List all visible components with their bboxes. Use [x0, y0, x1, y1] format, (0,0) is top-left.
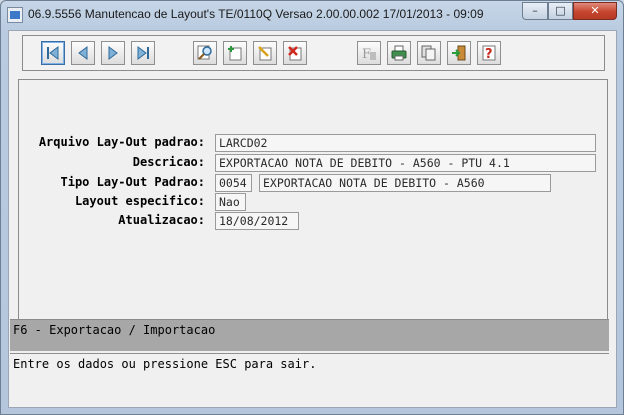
copy-button[interactable] — [417, 41, 441, 65]
copy-icon — [421, 45, 436, 61]
window-title: 06.9.5556 Manutencao de Layout's TE/0110… — [28, 7, 484, 21]
delete-icon — [288, 46, 302, 61]
help-icon: ? — [482, 45, 496, 62]
descricao-label: Descricao: — [132, 155, 205, 169]
toolbar: F ? — [22, 35, 605, 71]
title-bar[interactable]: 06.9.5556 Manutencao de Layout's TE/0110… — [1, 1, 623, 29]
edit-icon — [258, 46, 272, 61]
filter-button[interactable]: F — [357, 41, 381, 65]
status-bar: Entre os dados ou pressione ESC para sai… — [10, 353, 609, 375]
maximize-button[interactable]: □ — [548, 2, 573, 20]
app-icon[interactable] — [7, 7, 23, 23]
svg-text:?: ? — [485, 47, 493, 62]
tipo-description-field: EXPORTACAO NOTA DE DEBITO - A560 — [259, 174, 551, 192]
first-record-button[interactable] — [41, 41, 65, 65]
arquivo-field[interactable]: LARCD02 — [215, 134, 596, 152]
function-key-bar-spacer — [10, 341, 609, 351]
print-button[interactable] — [387, 41, 411, 65]
add-button[interactable] — [223, 41, 247, 65]
atualizacao-label: Atualizacao: — [118, 213, 205, 227]
filter-icon: F — [362, 47, 376, 62]
edit-button[interactable] — [253, 41, 277, 65]
print-icon — [391, 45, 407, 61]
exit-icon — [452, 45, 466, 61]
search-button[interactable] — [193, 41, 217, 65]
descricao-field[interactable]: EXPORTACAO NOTA DE DEBITO - A560 - PTU 4… — [215, 154, 596, 172]
tipo-label: Tipo Lay-Out Padrao: — [60, 175, 206, 189]
next-icon — [108, 46, 118, 60]
next-record-button[interactable] — [101, 41, 125, 65]
close-button[interactable]: ✕ — [573, 2, 617, 20]
previous-record-button[interactable] — [71, 41, 95, 65]
arquivo-label: Arquivo Lay-Out padrao: — [38, 135, 205, 149]
tipo-code-field[interactable]: 0054 — [215, 174, 252, 192]
previous-icon — [78, 46, 88, 60]
search-icon — [197, 45, 212, 60]
last-record-button[interactable] — [131, 41, 155, 65]
help-button[interactable]: ? — [477, 41, 501, 65]
function-key-bar: F6 - Exportacao / Importacao — [10, 319, 609, 341]
form-panel: Arquivo Lay-Out padrao: LARCD02 Descrica… — [18, 79, 608, 327]
minimize-button[interactable]: – — [522, 2, 548, 20]
delete-button[interactable] — [283, 41, 307, 65]
application-window: 06.9.5556 Manutencao de Layout's TE/0110… — [0, 0, 624, 415]
first-icon — [47, 46, 59, 60]
f6-export-import-hint[interactable]: F6 - Exportacao / Importacao — [13, 323, 215, 337]
last-icon — [137, 46, 149, 60]
client-area: F ? Arquivo Lay-Out padrao: LARCD02 Desc… — [8, 30, 617, 408]
especifico-field[interactable]: Nao — [215, 193, 246, 211]
atualizacao-field: 18/08/2012 — [215, 212, 299, 230]
exit-button[interactable] — [447, 41, 471, 65]
status-message: Entre os dados ou pressione ESC para sai… — [13, 357, 317, 371]
add-icon — [228, 46, 242, 61]
svg-text:F: F — [362, 47, 371, 62]
especifico-label: Layout especifico: — [74, 194, 205, 208]
